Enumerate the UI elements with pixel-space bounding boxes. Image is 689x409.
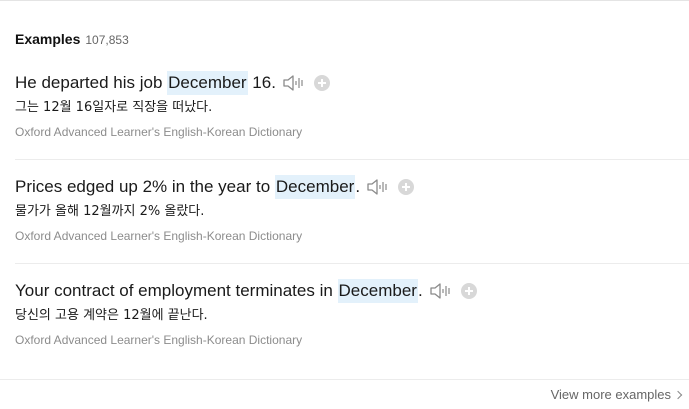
divider xyxy=(15,263,689,264)
sentence-text: Your contract of employment terminates i… xyxy=(15,281,338,300)
korean-translation: 물가가 올해 12월까지 2% 올랐다. xyxy=(15,204,205,219)
chevron-right-icon xyxy=(673,390,683,399)
examples-count: 107,853 xyxy=(85,33,129,47)
view-more-examples-link[interactable]: View more examples xyxy=(550,387,683,402)
add-to-wordbook-icon[interactable] xyxy=(398,179,415,195)
example-item: Your contract of employment terminates i… xyxy=(15,279,689,383)
example-source: Oxford Advanced Learner's English-Korean… xyxy=(15,125,303,139)
speaker-icon[interactable] xyxy=(429,281,453,301)
korean-translation: 당신의 고용 계약은 12월에 끝난다. xyxy=(15,308,208,323)
examples-header: Examples 107,853 xyxy=(15,31,129,47)
sentence-text: Prices edged up 2% in the year to xyxy=(15,177,275,196)
sentence-text: . xyxy=(417,281,423,300)
example-source: Oxford Advanced Learner's English-Korean… xyxy=(15,229,303,243)
sentence-text: 16. xyxy=(247,73,276,92)
section-title: Examples xyxy=(15,31,81,47)
english-sentence: He departed his job December 16. xyxy=(15,71,689,95)
view-more-label: View more examples xyxy=(550,387,671,402)
english-sentence: Your contract of employment terminates i… xyxy=(15,279,689,303)
highlighted-word: December xyxy=(274,175,356,199)
highlighted-word: December xyxy=(337,279,418,303)
speaker-icon[interactable] xyxy=(366,177,390,197)
examples-footer: View more examples xyxy=(0,379,689,409)
add-to-wordbook-icon[interactable] xyxy=(313,75,330,91)
english-sentence: Prices edged up 2% in the year to Decemb… xyxy=(15,175,689,199)
example-source: Oxford Advanced Learner's English-Korean… xyxy=(15,333,303,347)
highlighted-word: December xyxy=(167,71,248,95)
sentence-text: He departed his job xyxy=(15,73,168,92)
examples-panel: Examples 107,853 He departed his job Dec… xyxy=(0,0,689,409)
divider xyxy=(15,159,689,160)
sentence-text: . xyxy=(355,177,361,196)
korean-translation: 그는 12월 16일자로 직장을 떠났다. xyxy=(15,100,213,115)
add-to-wordbook-icon[interactable] xyxy=(460,283,477,299)
speaker-icon[interactable] xyxy=(282,73,306,93)
